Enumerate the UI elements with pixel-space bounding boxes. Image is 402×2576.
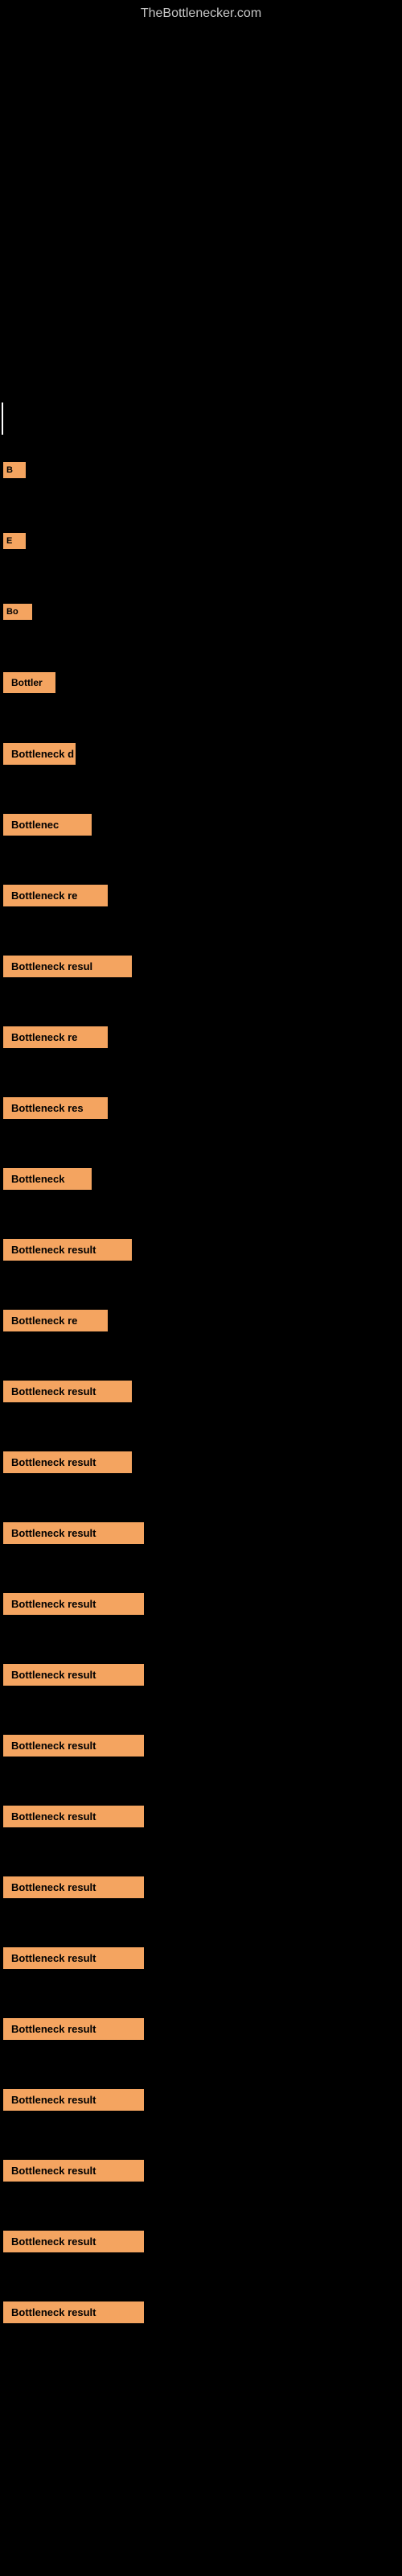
result-item-14: Bottleneck result	[0, 1356, 402, 1426]
top-chart-area	[0, 24, 402, 411]
result-item-10: Bottleneck res	[0, 1072, 402, 1143]
result-item-8: Bottleneck resul	[0, 931, 402, 1001]
result-badge-21[interactable]: Bottleneck result	[3, 1876, 144, 1898]
result-item-2: E	[0, 506, 402, 576]
result-item-5: Bottleneck d	[0, 718, 402, 789]
result-badge-3[interactable]: Bo	[3, 604, 32, 620]
result-badge-4[interactable]: Bottler	[3, 672, 55, 693]
result-badge-15[interactable]: Bottleneck result	[3, 1451, 132, 1473]
result-item-20: Bottleneck result	[0, 1781, 402, 1852]
result-item-7: Bottleneck re	[0, 860, 402, 931]
site-title: TheBottlenecker.com	[0, 0, 402, 24]
result-item-21: Bottleneck result	[0, 1852, 402, 1922]
result-item-27: Bottleneck result	[0, 2277, 402, 2347]
result-badge-20[interactable]: Bottleneck result	[3, 1806, 144, 1827]
result-item-17: Bottleneck result	[0, 1568, 402, 1639]
result-badge-27[interactable]: Bottleneck result	[3, 2301, 144, 2323]
result-item-13: Bottleneck re	[0, 1285, 402, 1356]
result-item-3: Bo	[0, 576, 402, 647]
result-badge-17[interactable]: Bottleneck result	[3, 1593, 144, 1615]
result-badge-18[interactable]: Bottleneck result	[3, 1664, 144, 1686]
result-badge-22[interactable]: Bottleneck result	[3, 1947, 144, 1969]
result-badge-9[interactable]: Bottleneck re	[3, 1026, 108, 1048]
result-item-12: Bottleneck result	[0, 1214, 402, 1285]
result-item-23: Bottleneck result	[0, 1993, 402, 2064]
result-item-26: Bottleneck result	[0, 2206, 402, 2277]
result-badge-6[interactable]: Bottlenec	[3, 814, 92, 836]
result-badge-7[interactable]: Bottleneck re	[3, 885, 108, 906]
result-item-6: Bottlenec	[0, 789, 402, 860]
result-badge-19[interactable]: Bottleneck result	[3, 1735, 144, 1757]
result-item-4: Bottler	[0, 647, 402, 718]
result-item-24: Bottleneck result	[0, 2064, 402, 2135]
result-item-22: Bottleneck result	[0, 1922, 402, 1993]
result-item-16: Bottleneck result	[0, 1497, 402, 1568]
result-item-19: Bottleneck result	[0, 1710, 402, 1781]
result-item-11: Bottleneck	[0, 1143, 402, 1214]
result-badge-25[interactable]: Bottleneck result	[3, 2160, 144, 2182]
results-container: B E Bo Bottler Bottleneck d Bottlenec Bottlene…	[0, 435, 402, 2347]
result-item-15: Bottleneck result	[0, 1426, 402, 1497]
cursor-line	[2, 402, 3, 435]
result-item-9: Bottleneck re	[0, 1001, 402, 1072]
result-item-25: Bottleneck result	[0, 2135, 402, 2206]
result-badge-11[interactable]: Bottleneck	[3, 1168, 92, 1190]
result-badge-26[interactable]: Bottleneck result	[3, 2231, 144, 2252]
result-badge-2[interactable]: E	[3, 533, 26, 549]
result-badge-24[interactable]: Bottleneck result	[3, 2089, 144, 2111]
result-badge-1[interactable]: B	[3, 462, 26, 478]
result-item-1: B	[0, 435, 402, 506]
result-badge-13[interactable]: Bottleneck re	[3, 1310, 108, 1331]
result-badge-8[interactable]: Bottleneck resul	[3, 956, 132, 977]
result-badge-14[interactable]: Bottleneck result	[3, 1381, 132, 1402]
result-badge-23[interactable]: Bottleneck result	[3, 2018, 144, 2040]
result-badge-5[interactable]: Bottleneck d	[3, 743, 76, 765]
result-badge-12[interactable]: Bottleneck result	[3, 1239, 132, 1261]
result-badge-16[interactable]: Bottleneck result	[3, 1522, 144, 1544]
result-item-18: Bottleneck result	[0, 1639, 402, 1710]
result-badge-10[interactable]: Bottleneck res	[3, 1097, 108, 1119]
